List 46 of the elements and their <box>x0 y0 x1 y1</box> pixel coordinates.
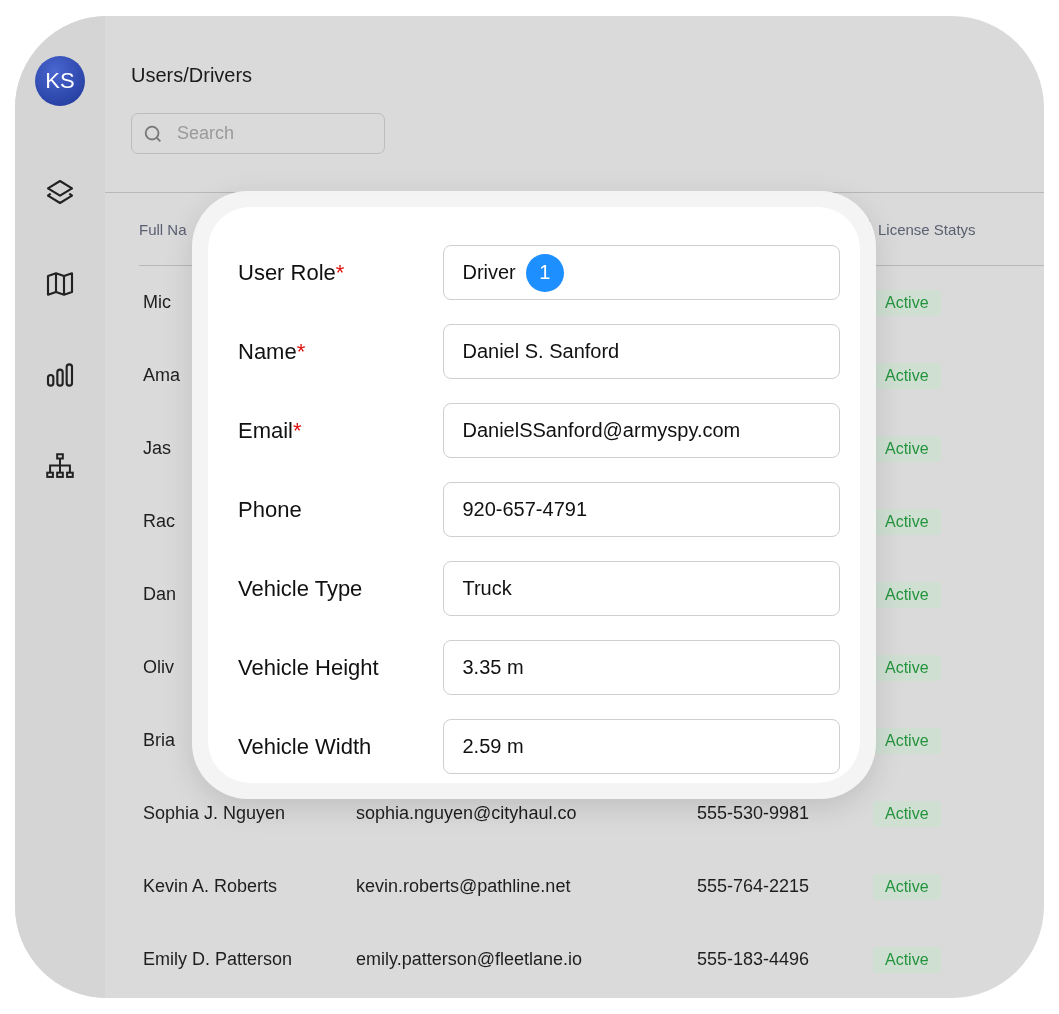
status-badge: Active <box>873 362 941 389</box>
search-field[interactable]: Search <box>131 113 385 154</box>
field-label: Vehicle Type <box>238 575 364 602</box>
table-cell: 555-530-9981 <box>697 803 810 823</box>
field-label: Vehicle Height <box>238 654 380 681</box>
status-badge: Active <box>873 654 941 681</box>
status-badge: Active <box>873 800 941 827</box>
table-cell: Emily D. Patterson <box>143 949 293 969</box>
status-badge: Active <box>873 289 941 316</box>
page-title: Users/Drivers <box>131 64 254 87</box>
table-cell: sophia.nguyen@cityhaul.co <box>356 803 577 823</box>
table-cell: Ama <box>143 365 180 385</box>
status-badge: Active <box>873 581 941 608</box>
table-cell: Oliv <box>143 657 174 677</box>
table-cell: Jas <box>143 438 171 458</box>
table-cell: 555-764-2215 <box>697 876 810 896</box>
status-badge: Active <box>873 727 941 754</box>
status-badge: Active <box>873 435 941 462</box>
table-cell: Mic <box>143 292 171 312</box>
input-field[interactable]: Truck <box>443 561 840 616</box>
avatar[interactable]: KS <box>35 56 85 106</box>
table-cell: Dan <box>143 584 177 604</box>
column-header: Full Na <box>139 220 187 238</box>
field-label: User Role* <box>238 259 346 286</box>
field-label: Email* <box>238 417 303 444</box>
status-badge: Active <box>873 873 941 900</box>
field-label: Vehicle Width <box>238 733 373 760</box>
input-field[interactable]: 2.59 m <box>443 719 840 774</box>
column-header: License Statys <box>878 220 976 238</box>
table-cell: Bria <box>143 730 175 750</box>
table-cell: Rac <box>143 511 175 531</box>
input-field[interactable]: Driver 1 <box>443 245 840 300</box>
input-field[interactable]: DanielSSanford@armyspy.com <box>443 403 840 458</box>
table-cell: 555-183-4496 <box>697 949 810 969</box>
input-field[interactable]: 920-657-4791 <box>443 482 840 537</box>
status-badge: Active <box>873 946 941 973</box>
field-label: Name* <box>238 338 307 365</box>
table-cell: kevin.roberts@pathline.net <box>356 876 571 896</box>
table-cell: emily.patterson@fleetlane.io <box>356 949 583 969</box>
input-field[interactable]: 3.35 m <box>443 640 840 695</box>
table-cell: Sophia J. Nguyen <box>143 803 286 823</box>
table-cell: Kevin A. Roberts <box>143 876 278 896</box>
status-badge: Active <box>873 508 941 535</box>
field-label: Phone <box>238 496 303 523</box>
input-field[interactable]: Daniel S. Sanford <box>443 324 840 379</box>
number-badge: 1 <box>525 253 564 292</box>
